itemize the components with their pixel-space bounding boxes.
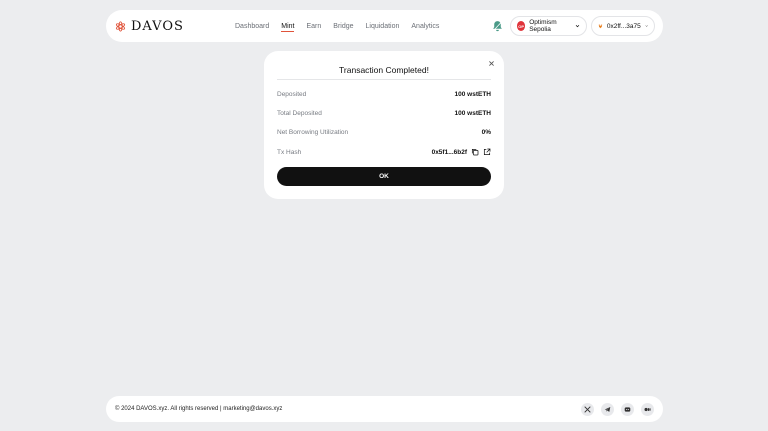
- ok-button[interactable]: OK: [277, 167, 491, 186]
- discord-link[interactable]: [621, 402, 634, 416]
- wallet-button[interactable]: 0x2ff...3a75: [591, 16, 655, 36]
- x-link[interactable]: [581, 402, 594, 416]
- social-links: [581, 402, 654, 416]
- row-net-borrowing-utilization: Net Borrowing Utilization 0%: [277, 127, 491, 137]
- row-value: 100 wstETH: [454, 109, 492, 117]
- wallet-address: 0x2ff...3a75: [606, 22, 641, 30]
- optimism-icon: OP: [517, 21, 526, 31]
- main-nav: Dashboard Mint Earn Bridge Liquidation A…: [235, 10, 439, 42]
- transaction-modal: Transaction Completed! Deposited 100 wst…: [264, 51, 504, 199]
- nav-bridge[interactable]: Bridge: [333, 10, 353, 42]
- nav-analytics[interactable]: Analytics: [411, 10, 439, 42]
- close-icon[interactable]: [488, 60, 495, 67]
- row-label: Net Borrowing Utilization: [277, 128, 349, 136]
- footer: © 2024 DAVOS.xyz. All rights reserved | …: [106, 396, 663, 422]
- copy-icon[interactable]: [471, 148, 479, 156]
- row-tx-hash: Tx Hash 0x5f1...6b2f: [277, 147, 491, 157]
- discord-icon: [624, 406, 631, 412]
- tx-hash-text: 0x5f1...6b2f: [431, 148, 467, 156]
- row-total-deposited: Total Deposited 100 wstETH: [277, 108, 491, 118]
- medium-icon: [644, 407, 651, 411]
- nav-dashboard[interactable]: Dashboard: [235, 10, 269, 42]
- telegram-icon: [604, 406, 611, 412]
- top-navbar: DAVOS Dashboard Mint Earn Bridge Liquida…: [106, 10, 663, 42]
- chevron-down-icon: [575, 25, 580, 28]
- modal-title: Transaction Completed!: [339, 65, 429, 75]
- tx-hash-value: 0x5f1...6b2f: [432, 148, 491, 156]
- chevron-down-icon: [645, 25, 648, 27]
- x-icon: [584, 405, 591, 413]
- davos-logo[interactable]: DAVOS: [115, 19, 184, 34]
- brand-name: DAVOS: [131, 18, 184, 34]
- medium-link[interactable]: [641, 402, 654, 416]
- notification-bell-icon[interactable]: [492, 20, 503, 32]
- row-value: 100 wstETH: [454, 90, 492, 98]
- metamask-fox-icon: [598, 24, 603, 28]
- row-value: 0%: [481, 128, 491, 136]
- nav-liquidation[interactable]: Liquidation: [366, 10, 400, 42]
- davos-logo-icon: [115, 20, 126, 32]
- row-label: Tx Hash: [277, 148, 302, 156]
- footer-copyright: © 2024 DAVOS.xyz. All rights reserved | …: [115, 406, 283, 412]
- telegram-link[interactable]: [601, 402, 614, 416]
- external-link-icon[interactable]: [483, 148, 491, 156]
- network-label: Optimism Sepolia: [529, 19, 557, 33]
- row-label: Deposited: [277, 90, 307, 98]
- modal-divider: [277, 79, 491, 80]
- network-selector[interactable]: OP Optimism Sepolia: [510, 16, 587, 36]
- row-label: Total Deposited: [277, 109, 322, 117]
- nav-mint[interactable]: Mint: [281, 10, 295, 42]
- row-deposited: Deposited 100 wstETH: [277, 89, 491, 99]
- nav-earn[interactable]: Earn: [306, 10, 321, 42]
